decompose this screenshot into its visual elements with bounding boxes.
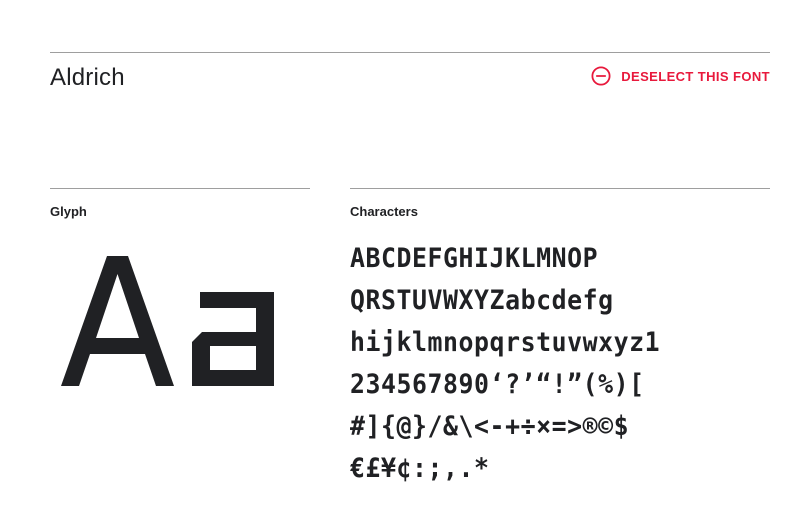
character-line: hijklmnopqrstuvwxyz1 [350, 327, 661, 358]
character-set: ABCDEFGHIJKLMNOP QRSTUVWXYZabcdefg hijkl… [350, 238, 770, 490]
font-name-heading: Aldrich [50, 64, 125, 91]
minus-circle-icon [591, 66, 611, 86]
font-specimen-page: Aldrich DESELECT THIS FONT Glyph Charact… [0, 0, 806, 528]
deselect-font-label: DESELECT THIS FONT [621, 68, 770, 84]
glyph-sample-aa [61, 256, 274, 386]
character-line: QRSTUVWXYZabcdefg [350, 285, 614, 316]
deselect-font-button[interactable]: DESELECT THIS FONT [591, 66, 770, 86]
characters-divider [350, 188, 770, 189]
top-divider [50, 52, 770, 53]
characters-section-label: Characters [350, 204, 418, 219]
character-line: 234567890‘?’“!”(%)[ [350, 369, 645, 400]
character-line: ABCDEFGHIJKLMNOP [350, 243, 599, 274]
character-line: #]{@}/&\<-+÷×=>®©$ [350, 411, 630, 442]
character-line: €£¥¢:;,.* [350, 453, 490, 484]
glyph-divider [50, 188, 310, 189]
glyph-section-label: Glyph [50, 204, 87, 219]
